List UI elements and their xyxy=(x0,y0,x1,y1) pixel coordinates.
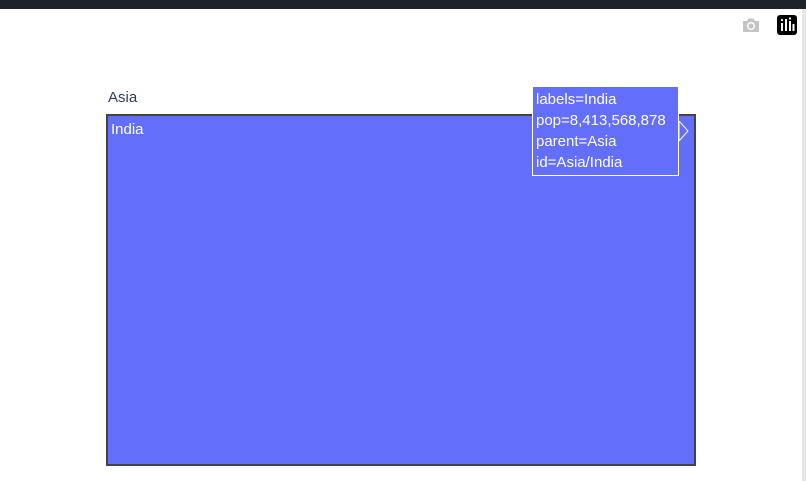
hover-line-labels: labels=India xyxy=(536,91,617,108)
window-top-bar xyxy=(0,0,806,9)
hover-line-id: id=Asia/India xyxy=(536,154,623,171)
hover-line-pop: pop=8,413,568,878 xyxy=(536,112,666,129)
hover-line-parent: parent=Asia xyxy=(536,133,617,150)
treemap-plot: Asia India labels=India pop=8,413,568,87… xyxy=(0,9,802,481)
hover-tooltip: labels=India pop=8,413,568,878 parent=As… xyxy=(532,86,679,176)
tile-label: India xyxy=(111,121,144,138)
hover-arrow xyxy=(679,121,689,141)
scrollbar-track[interactable] xyxy=(802,9,806,481)
treemap-pathbar[interactable]: Asia xyxy=(108,89,137,106)
